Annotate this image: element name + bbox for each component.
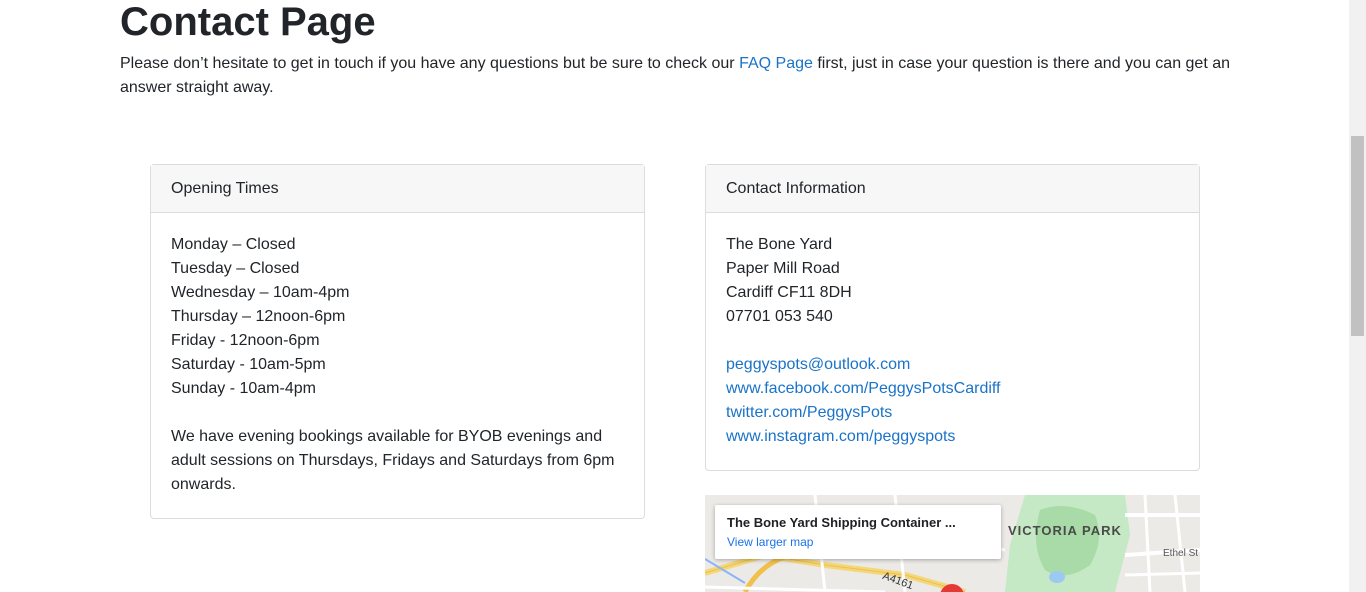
email-link[interactable]: peggyspots@outlook.com — [726, 353, 1179, 377]
opening-times-body: Monday – Closed Tuesday – Closed Wednesd… — [151, 213, 644, 497]
opening-day-sunday: Sunday - 10am-4pm — [171, 380, 316, 397]
scrollbar-thumb[interactable] — [1351, 136, 1364, 336]
opening-day-tuesday: Tuesday – Closed — [171, 260, 300, 277]
contact-information-body: The Bone Yard Paper Mill Road Cardiff CF… — [706, 213, 1199, 449]
opening-day-saturday: Saturday - 10am-5pm — [171, 356, 326, 373]
view-larger-map-link[interactable]: View larger map — [727, 534, 813, 550]
opening-times-card: Opening Times Monday – Closed Tuesday – … — [150, 164, 645, 519]
opening-day-friday: Friday - 12noon-6pm — [171, 332, 320, 349]
map-park-label: VICTORIA PARK — [1008, 523, 1122, 538]
opening-day-wednesday: Wednesday – 10am-4pm — [171, 284, 350, 301]
evening-bookings-note: We have evening bookings available for B… — [171, 428, 615, 493]
phone-number: 07701 053 540 — [726, 308, 833, 325]
facebook-link[interactable]: www.facebook.com/PeggysPotsCardiff — [726, 377, 1179, 401]
map-info-card: The Bone Yard Shipping Container ... Vie… — [715, 505, 1001, 559]
opening-day-monday: Monday – Closed — [171, 236, 296, 253]
address-line-city: Cardiff CF11 8DH — [726, 284, 852, 301]
intro-text: Please don’t hesitate to get in touch if… — [120, 52, 1240, 100]
intro-text-start: Please don’t hesitate to get in touch if… — [120, 55, 740, 72]
twitter-link[interactable]: twitter.com/PeggysPots — [726, 401, 1179, 425]
instagram-link[interactable]: www.instagram.com/peggyspots — [726, 425, 1179, 449]
contact-information-card: Contact Information The Bone Yard Paper … — [705, 164, 1200, 471]
map-place-name: The Bone Yard Shipping Container ... — [727, 515, 956, 530]
faq-page-link[interactable]: FAQ Page — [739, 55, 813, 72]
address-line-street: Paper Mill Road — [726, 260, 840, 277]
map-street-label: Ethel St — [1163, 548, 1199, 559]
page-title: Contact Page — [120, 0, 376, 44]
page-scrollbar[interactable] — [1349, 0, 1366, 592]
embedded-map[interactable]: VICTORIA PARK Ethel St A4161 The Bone Ya… — [705, 495, 1200, 592]
contact-information-header: Contact Information — [706, 165, 1199, 213]
address-line-name: The Bone Yard — [726, 236, 833, 253]
opening-day-thursday: Thursday – 12noon-6pm — [171, 308, 346, 325]
opening-times-header: Opening Times — [151, 165, 644, 213]
